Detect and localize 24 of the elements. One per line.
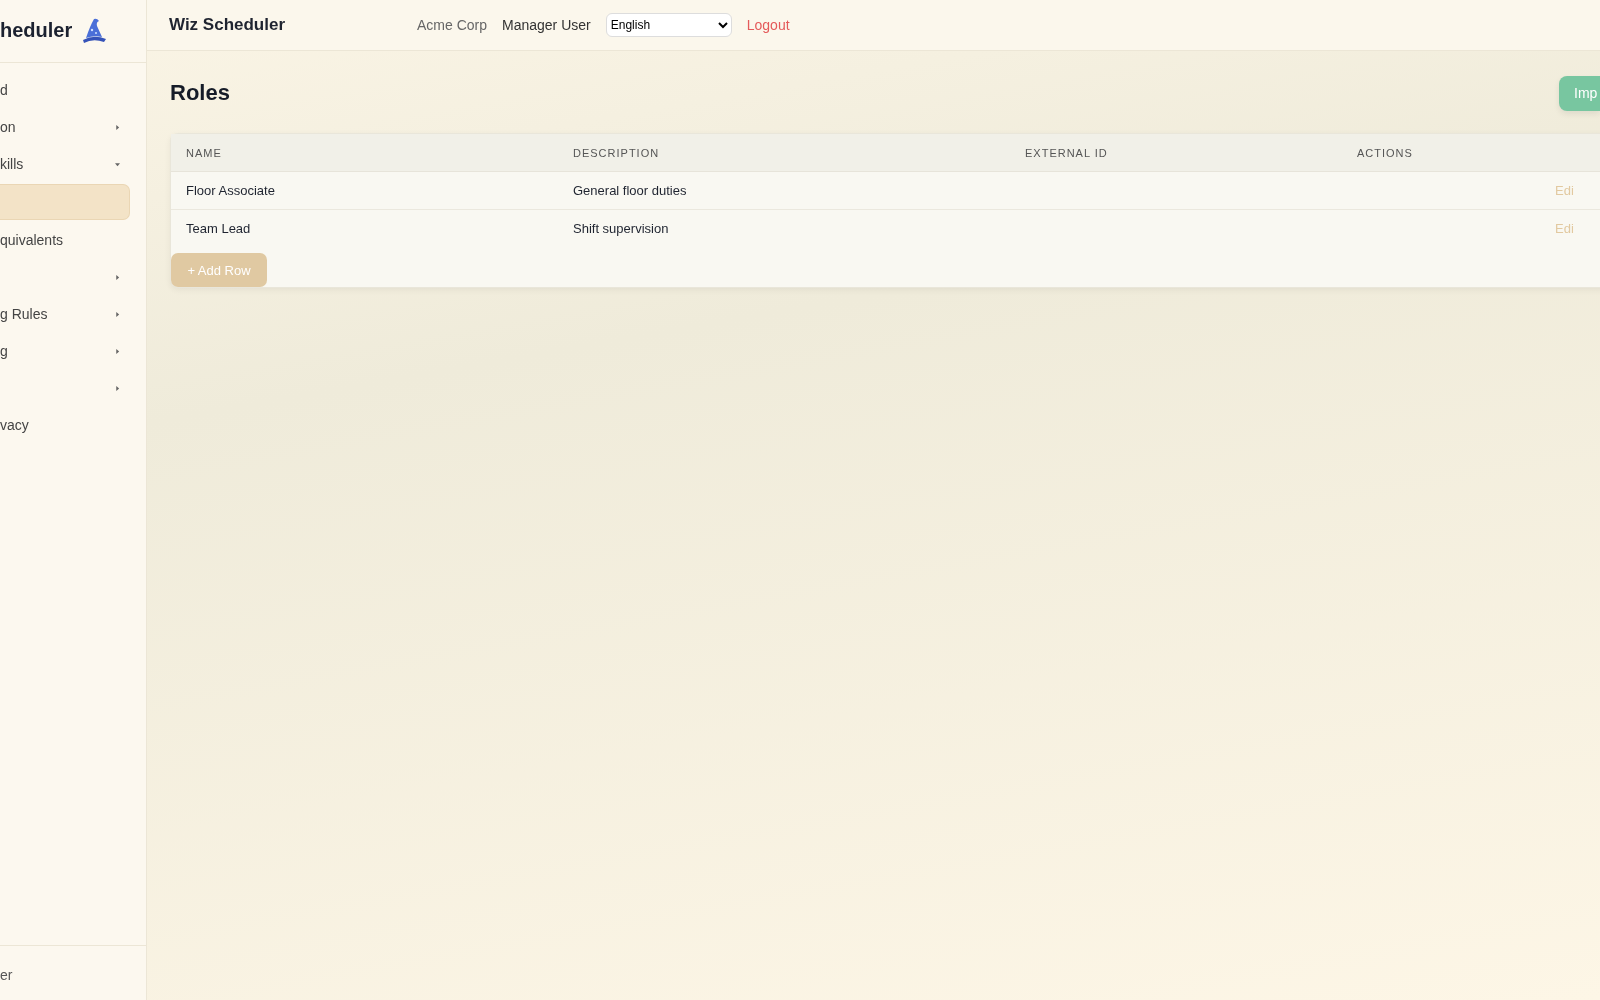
sidebar-item[interactable] (0, 184, 130, 220)
table-cell-text: General floor duties (572, 183, 688, 198)
sidebar-item[interactable]: vacy (0, 410, 130, 440)
sidebar-item[interactable]: quivalents (0, 225, 130, 255)
sidebar-item[interactable]: kills (0, 149, 130, 179)
sidebar-item[interactable]: d (0, 75, 130, 105)
app-title: Wiz Scheduler (169, 15, 287, 35)
column-header: ACTIONS (1356, 146, 1413, 159)
table-cell-text: Floor Associate (185, 183, 276, 198)
column-header: NAME (185, 146, 223, 159)
sidebar-item[interactable]: g (0, 336, 130, 366)
sidebar-footer-text[interactable]: er (0, 967, 13, 983)
page-title: Roles (170, 80, 230, 106)
user-name: Manager User (502, 17, 591, 33)
table-cell-text: Shift supervision (572, 221, 670, 236)
app-logo-text: heduler (0, 18, 73, 42)
sidebar-item[interactable]: g Rules (0, 299, 130, 329)
table-cell-text: Team Lead (185, 221, 252, 236)
sidebar-item[interactable]: on (0, 112, 130, 142)
language-select[interactable]: English (605, 13, 732, 37)
column-header: EXTERNAL ID (1024, 146, 1109, 159)
wizard-hat-icon (80, 16, 109, 44)
company-name: Acme Corp (417, 17, 488, 33)
column-header: DESCRIPTION (572, 146, 661, 159)
